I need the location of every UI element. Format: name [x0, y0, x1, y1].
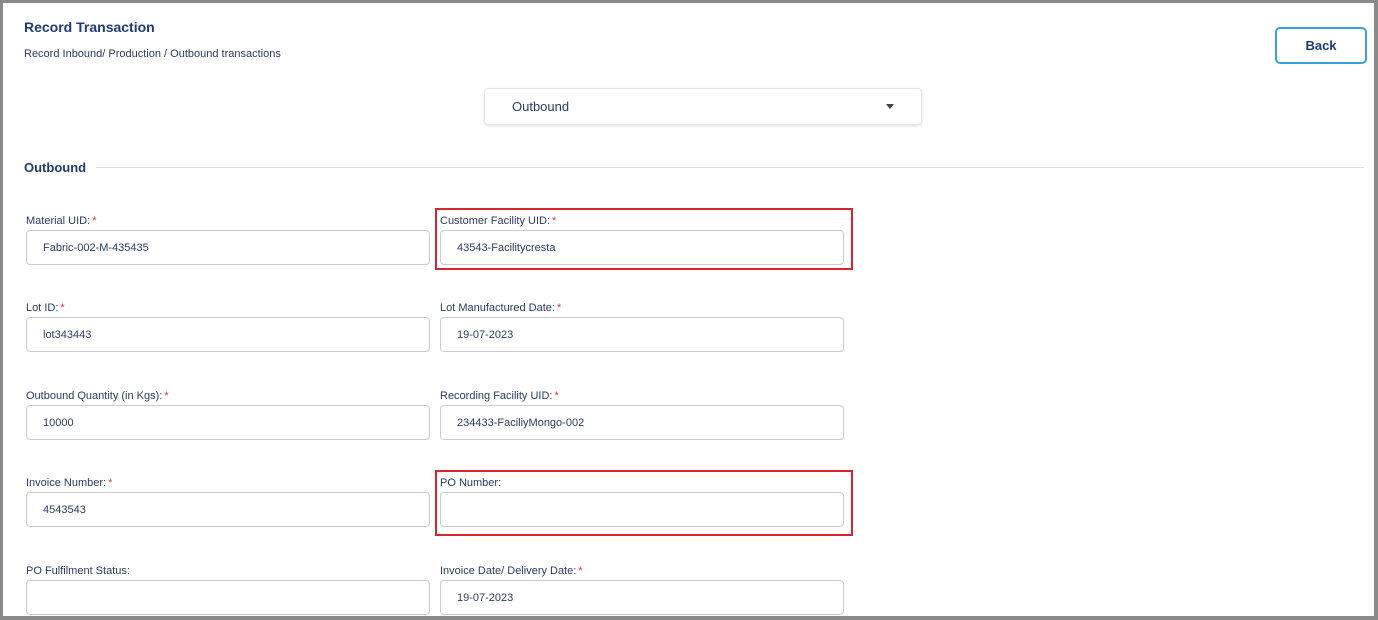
po-number-label: PO Number: — [440, 477, 502, 489]
required-marker: * — [60, 302, 65, 314]
outbound-quantity-input[interactable]: 10000 — [26, 405, 430, 440]
lot-id-input[interactable]: lot343443 — [26, 317, 430, 352]
recording-facility-uid-label: Recording Facility UID: * — [440, 390, 559, 402]
section-title: Outbound — [24, 160, 87, 175]
invoice-date-input[interactable]: 19-07-2023 — [440, 580, 844, 615]
material-uid-label: Material UID: * — [26, 215, 97, 227]
caret-down-icon — [886, 104, 894, 109]
invoice-number-input[interactable]: 4543543 — [26, 492, 430, 527]
page-title: Record Transaction — [24, 19, 155, 35]
lot-manufactured-date-label: Lot Manufactured Date: * — [440, 302, 562, 314]
record-transaction-panel: Record Transaction Record Inbound/ Produ… — [0, 0, 1378, 620]
material-uid-input[interactable]: Fabric-002-M-435435 — [26, 230, 430, 265]
transaction-type-value: Outbound — [512, 99, 570, 114]
outbound-quantity-label: Outbound Quantity (in Kgs): * — [26, 390, 169, 402]
section-divider — [96, 167, 1364, 168]
required-marker: * — [578, 565, 583, 577]
customer-facility-uid-label: Customer Facility UID: * — [440, 215, 557, 227]
required-marker: * — [552, 215, 557, 227]
lot-manufactured-date-input[interactable]: 19-07-2023 — [440, 317, 844, 352]
po-number-input[interactable] — [440, 492, 844, 527]
invoice-number-label: Invoice Number: * — [26, 477, 113, 489]
page-subtitle: Record Inbound/ Production / Outbound tr… — [24, 48, 281, 60]
recording-facility-uid-input[interactable]: 234433-FaciliyMongo-002 — [440, 405, 844, 440]
po-fulfilment-status-label: PO Fulfilment Status: — [26, 565, 130, 577]
lot-id-label: Lot ID: * — [26, 302, 65, 314]
customer-facility-uid-input[interactable]: 43543-Facilitycresta — [440, 230, 844, 265]
po-fulfilment-status-input[interactable] — [26, 580, 430, 615]
required-marker: * — [164, 390, 169, 402]
invoice-date-label: Invoice Date/ Delivery Date: * — [440, 565, 583, 577]
required-marker: * — [554, 390, 559, 402]
required-marker: * — [556, 302, 562, 314]
required-marker: * — [92, 215, 97, 227]
required-marker: * — [108, 477, 113, 489]
transaction-type-select[interactable]: Outbound — [484, 88, 922, 125]
back-button[interactable]: Back — [1275, 27, 1367, 64]
